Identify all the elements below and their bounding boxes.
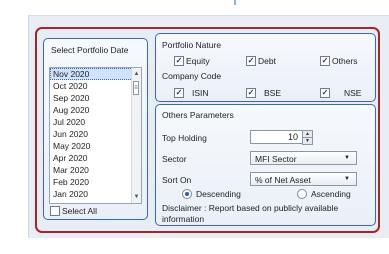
disclaimer-line-1: Disclaimer : Report based on publicly av… [162,203,339,213]
sector-dropdown[interactable]: MFI Sector ▼ [250,151,357,165]
select-all-checkbox[interactable] [50,206,60,216]
scroll-up-icon[interactable]: ▲ [132,69,141,79]
debt-label: Debt [258,56,276,66]
portfolio-nature-panel: Portfolio Nature Equity Debt Others Comp… [155,33,376,102]
sort-on-value: % of Net Asset [255,175,311,185]
portfolio-nature-title: Portfolio Nature [162,40,222,50]
report-options-group: Select Portfolio Date Nov 2020 Oct 2020 … [35,27,380,233]
ascending-radio[interactable] [297,189,307,199]
isin-checkbox[interactable] [174,88,184,98]
others-parameters-title: Others Parameters [162,110,234,120]
bse-checkbox[interactable] [246,88,256,98]
nse-label: NSE [344,88,362,98]
sector-value: MFI Sector [255,154,297,164]
sort-on-dropdown[interactable]: % of Net Asset ▼ [250,172,357,186]
list-item[interactable]: Apr 2020 [50,152,141,164]
disclaimer-line-2: information [162,214,205,224]
bse-label: BSE [264,88,282,98]
spin-down-icon[interactable]: ▼ [302,137,313,145]
isin-label: ISIN [192,88,209,98]
list-scrollbar[interactable]: ▲ ≡ ▼ [131,68,141,203]
others-checkbox[interactable] [320,56,330,66]
list-item[interactable]: Aug 2020 [50,104,141,116]
descending-label: Descending [196,189,241,199]
list-item[interactable]: Mar 2020 [50,164,141,176]
list-item[interactable]: Nov 2020 [50,68,141,80]
select-all-label: Select All [62,206,97,216]
list-item[interactable]: Oct 2020 [50,80,141,92]
chevron-down-icon: ▼ [344,155,350,161]
scroll-down-icon[interactable]: ▼ [132,192,141,202]
list-item[interactable]: Feb 2020 [50,176,141,188]
chevron-down-icon: ▼ [344,176,350,182]
equity-checkbox[interactable] [174,56,184,66]
company-code-title: Company Code [162,71,222,81]
ascending-label: Ascending [311,189,351,199]
debt-checkbox[interactable] [246,56,256,66]
portfolio-date-title: Select Portfolio Date [51,45,129,55]
top-holding-label: Top Holding [162,133,207,143]
list-item[interactable]: Jan 2020 [50,188,141,200]
portfolio-date-list[interactable]: Nov 2020 Oct 2020 Sep 2020 Aug 2020 Jul … [49,67,142,204]
list-item[interactable]: May 2020 [50,140,141,152]
others-parameters-panel: Others Parameters Top Holding 10 ▲ ▼ Sec… [155,104,376,226]
top-divider-tick [234,0,236,5]
list-item[interactable]: Jun 2020 [50,128,141,140]
descending-radio[interactable] [182,189,192,199]
list-item[interactable]: Jul 2020 [50,116,141,128]
nse-checkbox[interactable] [320,88,330,98]
scroll-thumb[interactable]: ≡ [133,81,139,95]
portfolio-date-panel: Select Portfolio Date Nov 2020 Oct 2020 … [43,38,148,220]
equity-label: Equity [186,56,210,66]
sort-on-label: Sort On [162,175,192,185]
others-label: Others [332,56,358,66]
top-holding-value: 10 [287,132,298,142]
sector-label: Sector [162,154,187,164]
list-item[interactable]: Sep 2020 [50,92,141,104]
